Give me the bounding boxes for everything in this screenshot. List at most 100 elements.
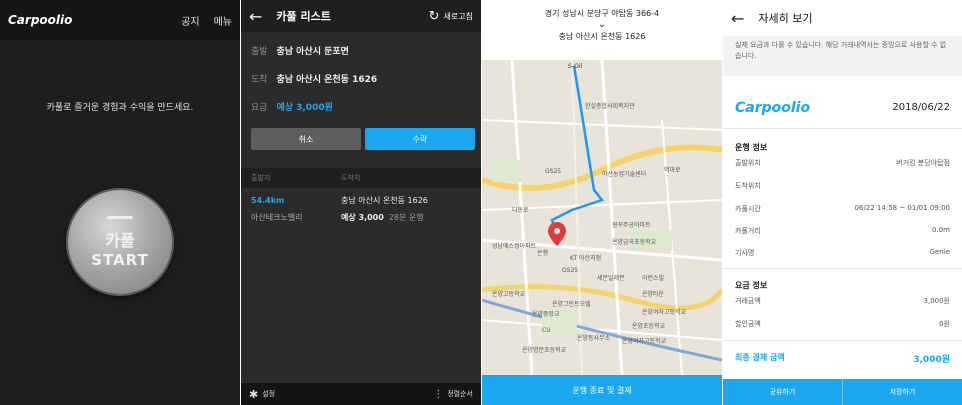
ride-row: 도착위치 bbox=[735, 181, 950, 191]
map-label: 온양고등학교 bbox=[492, 290, 526, 298]
list-item[interactable]: 아산테크노밸리 예상 3,000 28분 운행 bbox=[241, 212, 481, 223]
page-title: 자세히 보기 bbox=[758, 12, 813, 25]
fare-row: 요금 예상 3,000원 bbox=[241, 100, 481, 113]
divider bbox=[723, 128, 962, 129]
more-vertical-icon[interactable]: ⋮ bbox=[433, 389, 443, 400]
settings-label[interactable]: 설정 bbox=[262, 389, 275, 399]
refresh-label: 새로고침 bbox=[443, 11, 473, 21]
receipt-date: 2018/06/22 bbox=[892, 102, 950, 113]
map-label: 한실종합사회복지관 bbox=[585, 102, 635, 110]
row-value: 버거킹 분당야탑점 bbox=[896, 159, 950, 167]
row-value: 3,000원 bbox=[923, 297, 950, 305]
col-origin: 출발지 bbox=[251, 174, 271, 182]
map-label: 디동로 bbox=[512, 206, 529, 214]
row-label: 거래금액 bbox=[735, 297, 761, 305]
sort-label[interactable]: 정렬순서 bbox=[447, 389, 473, 399]
start-bar-icon bbox=[107, 215, 133, 219]
row-label: 카풀거리 bbox=[735, 227, 761, 235]
map-view[interactable]: S-Oil 한실종합사회복지관 GS25 아산농업기술센터 역마로 디동로 성남… bbox=[482, 60, 722, 375]
gear-icon[interactable]: ✱ bbox=[249, 388, 258, 401]
refresh-button[interactable]: ↻ 새로고침 bbox=[429, 9, 473, 24]
map-screen: 경기 성남시 분당구 야탑동 366-4 ⌄ 충남 아산시 온천동 1626 S… bbox=[482, 0, 722, 405]
ride-info-heading: 운행 정보 bbox=[735, 143, 768, 152]
map-label: GS25 bbox=[562, 267, 578, 274]
save-button[interactable]: 저장하기 bbox=[842, 379, 962, 405]
share-button[interactable]: 공유하기 bbox=[723, 379, 842, 405]
total-row: 최종 결제 금액 3,000원 bbox=[735, 352, 950, 365]
back-arrow-icon[interactable]: ← bbox=[249, 7, 262, 26]
distance: 54.4km bbox=[251, 196, 285, 205]
row-value: 06/22 14:58 ~ 01/01 09:00 bbox=[854, 204, 950, 212]
row-label: 도착위치 bbox=[735, 182, 761, 190]
map-label: GS25 bbox=[545, 168, 561, 175]
map-label: 성남에스쌍아파트 bbox=[492, 242, 537, 250]
map-label: S-Oil bbox=[568, 63, 583, 70]
top-bar: Carpoolio 공지 메뉴 bbox=[0, 0, 240, 40]
ride-row: 카풀거리 0.0m bbox=[735, 226, 950, 236]
map-label: 아산농업기술센터 bbox=[602, 170, 646, 178]
map-label: 역마로 bbox=[664, 166, 681, 174]
ride-row: 기사명 Genie bbox=[735, 248, 950, 258]
map-label: 온양여자고등학교 bbox=[642, 308, 687, 316]
receipt-detail-screen: ← 자세히 보기 실제 요금과 다를 수 있습니다. 해당 거래내역서는 증빙으… bbox=[723, 0, 962, 405]
total-label: 최종 결제 금액 bbox=[735, 353, 785, 362]
app-logo: Carpoolio bbox=[8, 13, 73, 27]
page-title: 카풀 리스트 bbox=[276, 10, 331, 23]
origin-label: 출발 bbox=[251, 47, 268, 57]
destination-address: 충남 아산시 온천동 1626 bbox=[341, 196, 428, 205]
bottom-bar: ✱ 설정 ⋮ 정렬순서 bbox=[241, 383, 481, 405]
map-label: 온양여자고등학교 bbox=[622, 337, 667, 345]
origin-place: 아산테크노밸리 bbox=[251, 213, 303, 222]
map-label: 은행 bbox=[537, 249, 548, 257]
map-label: CU bbox=[542, 327, 551, 334]
destination-value: 충남 아산시 온천동 1626 bbox=[276, 75, 378, 85]
map-label: 온양동사무소 bbox=[577, 334, 611, 342]
route-header: 경기 성남시 분당구 야탑동 366-4 ⌄ 충남 아산시 온천동 1626 bbox=[482, 0, 722, 60]
row-label: 기사명 bbox=[735, 249, 755, 257]
row-value: 0원 bbox=[939, 320, 950, 328]
row-value: Genie bbox=[929, 248, 950, 256]
start-label: START bbox=[91, 250, 149, 269]
origin-value: 충남 아산시 둔포면 bbox=[276, 47, 349, 57]
top-menu: 공지 메뉴 bbox=[181, 13, 232, 28]
ride-row: 출발위치 버거킹 분당야탑점 bbox=[735, 158, 950, 168]
divider bbox=[723, 268, 962, 269]
top-bar: ← 자세히 보기 bbox=[723, 0, 962, 36]
accept-button[interactable]: 수락 bbox=[365, 128, 475, 150]
finish-ride-button[interactable]: 운행 종료 및 결제 bbox=[482, 375, 722, 405]
row-label: 출발위치 bbox=[735, 159, 761, 167]
fare-value: 예상 3,000원 bbox=[276, 103, 333, 113]
row-label: 카풀시간 bbox=[735, 205, 761, 213]
app-logo: Carpoolio bbox=[735, 100, 811, 116]
back-arrow-icon[interactable]: ← bbox=[731, 9, 744, 28]
menu-menu-item[interactable]: 메뉴 bbox=[214, 13, 232, 28]
origin-row: 출발 충남 아산시 둔포면 bbox=[241, 44, 481, 57]
map-label: 세븐일레븐 bbox=[597, 274, 625, 282]
map-label: 온양초등학교 bbox=[632, 322, 666, 330]
start-screen: Carpoolio 공지 메뉴 카풀로 즐거운 경험과 수익을 만드세요. 카풀… bbox=[0, 0, 240, 405]
total-value: 3,000원 bbox=[913, 355, 950, 365]
col-destination: 도착지 bbox=[341, 174, 361, 182]
destination-label: 도착 bbox=[251, 75, 268, 85]
list-item[interactable]: 54.4km 충남 아산시 온천동 1626 bbox=[241, 195, 481, 206]
notice-menu-item[interactable]: 공지 bbox=[181, 13, 199, 28]
map-label: 온양명문초등학교 bbox=[522, 346, 567, 354]
carpool-list-screen: ← 카풀 리스트 ↻ 새로고침 출발 충남 아산시 둔포면 도착 충남 아산시 … bbox=[241, 0, 481, 405]
cancel-button[interactable]: 취소 bbox=[251, 128, 361, 150]
row-label: 할인금액 bbox=[735, 320, 761, 328]
fare-row: 할인금액 0원 bbox=[735, 319, 950, 329]
map-label: 온양그린트오텔 bbox=[552, 300, 591, 308]
screenshot-collage: Carpoolio 공지 메뉴 카풀로 즐거운 경험과 수익을 만드세요. 카풀… bbox=[0, 0, 962, 405]
start-button[interactable]: 카풀 START bbox=[68, 190, 172, 294]
fare-label: 요금 bbox=[251, 103, 268, 113]
fare-info-heading: 요금 정보 bbox=[735, 281, 768, 290]
chevron-down-icon[interactable]: ⌄ bbox=[482, 19, 722, 31]
bottom-buttons: 공유하기 저장하기 bbox=[723, 379, 962, 405]
start-korean-label: 카풀 bbox=[105, 230, 135, 250]
map-label: 온양금곡초등학교 bbox=[612, 238, 657, 246]
ride-time: 28분 운행 bbox=[388, 213, 424, 222]
ride-row: 카풀시간 06/22 14:58 ~ 01/01 09:00 bbox=[735, 204, 950, 214]
top-bar: ← 카풀 리스트 ↻ 새로고침 bbox=[241, 0, 481, 32]
tagline: 카풀로 즐거운 경험과 수익을 만드세요. bbox=[46, 103, 194, 113]
row-value: 0.0m bbox=[932, 226, 950, 234]
